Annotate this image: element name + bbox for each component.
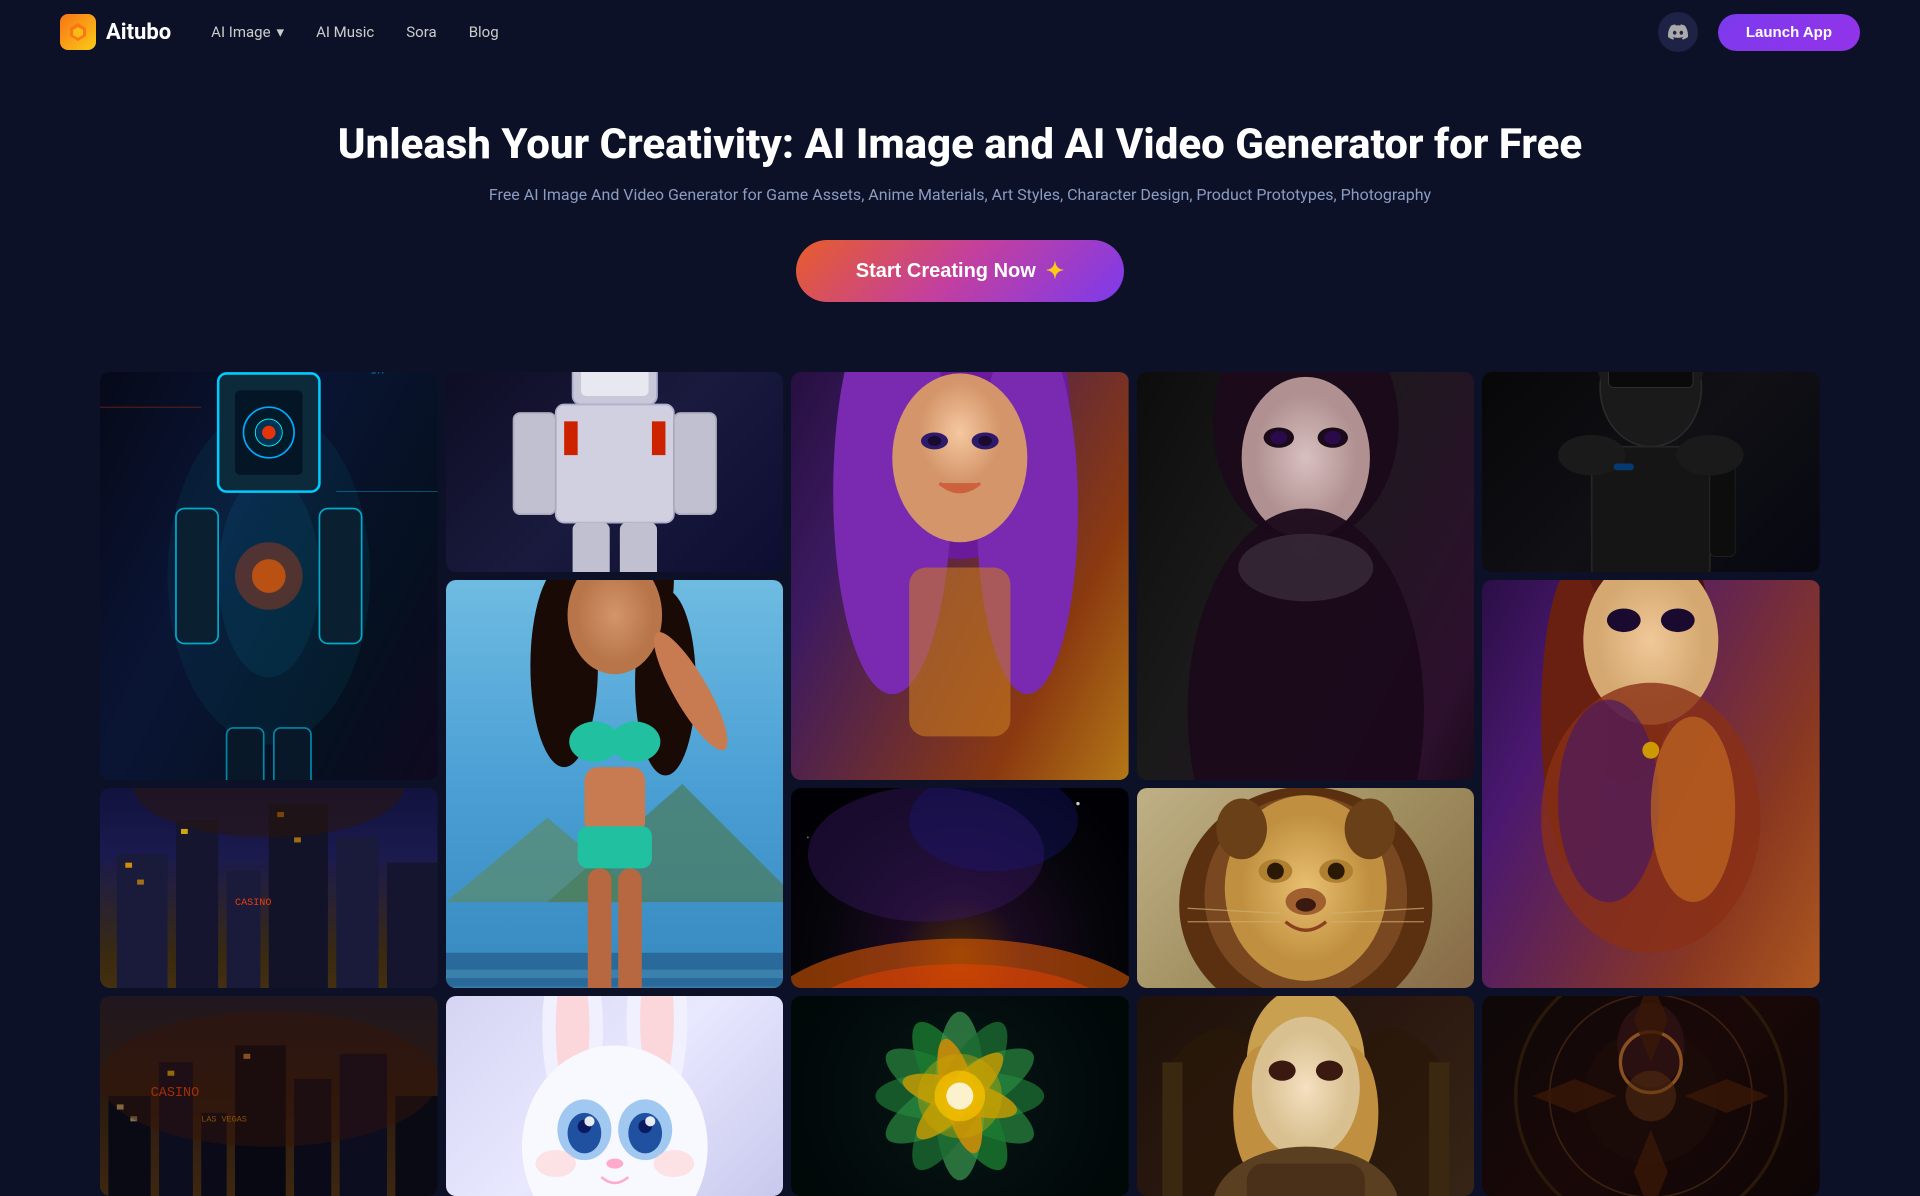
gallery-item-13[interactable] [791,996,1129,1196]
gallery-item-14[interactable] [1137,996,1475,1196]
logo[interactable]: Aitubo [60,14,171,50]
nav-left: Aitubo AI Image ▾ AI Music Sora [60,14,499,50]
svg-text:IR: IR [370,372,384,377]
nav-item-ai-image[interactable]: AI Image ▾ [211,23,284,41]
svg-text:CASINO: CASINO [235,898,271,909]
gallery-item-10[interactable] [1482,580,1820,988]
launch-app-button[interactable]: Launch App [1718,14,1860,51]
nav-links: AI Image ▾ AI Music Sora Blog [211,23,499,41]
gallery-item-6[interactable]: CASINO [100,788,438,988]
navbar: Aitubo AI Image ▾ AI Music Sora [0,0,1920,64]
gallery-item-5[interactable] [1482,372,1820,572]
discord-icon[interactable] [1658,12,1698,52]
hero-subtitle: Free AI Image And Video Generator for Ga… [0,185,1920,204]
gallery-item-9[interactable] [1137,788,1475,988]
gallery-item-11[interactable]: CASINO LAS VEGAS [100,996,438,1196]
gallery-grid: 店舗 IR [0,342,1920,1196]
hero-title: Unleash Your Creativity: AI Image and AI… [0,120,1920,169]
gallery-item-4[interactable] [1137,372,1475,780]
cta-label: Start Creating Now [856,260,1036,283]
sparkle-icon: ✦ [1046,258,1064,284]
gallery-item-15[interactable] [1482,996,1820,1196]
nav-item-sora[interactable]: Sora [406,23,436,41]
logo-text: Aitubo [106,20,171,45]
nav-item-blog[interactable]: Blog [469,23,499,41]
gallery-item-1[interactable]: 店舗 IR [100,372,438,780]
start-creating-button[interactable]: Start Creating Now ✦ [796,240,1124,302]
gallery-item-3[interactable] [791,372,1129,780]
gallery-item-7[interactable] [446,580,784,988]
gallery-item-8[interactable] [791,788,1129,988]
chevron-down-icon: ▾ [277,23,285,41]
gallery-item-12[interactable] [446,996,784,1196]
nav-right: Launch App [1658,12,1860,52]
gallery-item-2[interactable] [446,372,784,572]
nav-item-ai-music[interactable]: AI Music [316,23,374,41]
logo-icon [60,14,96,50]
